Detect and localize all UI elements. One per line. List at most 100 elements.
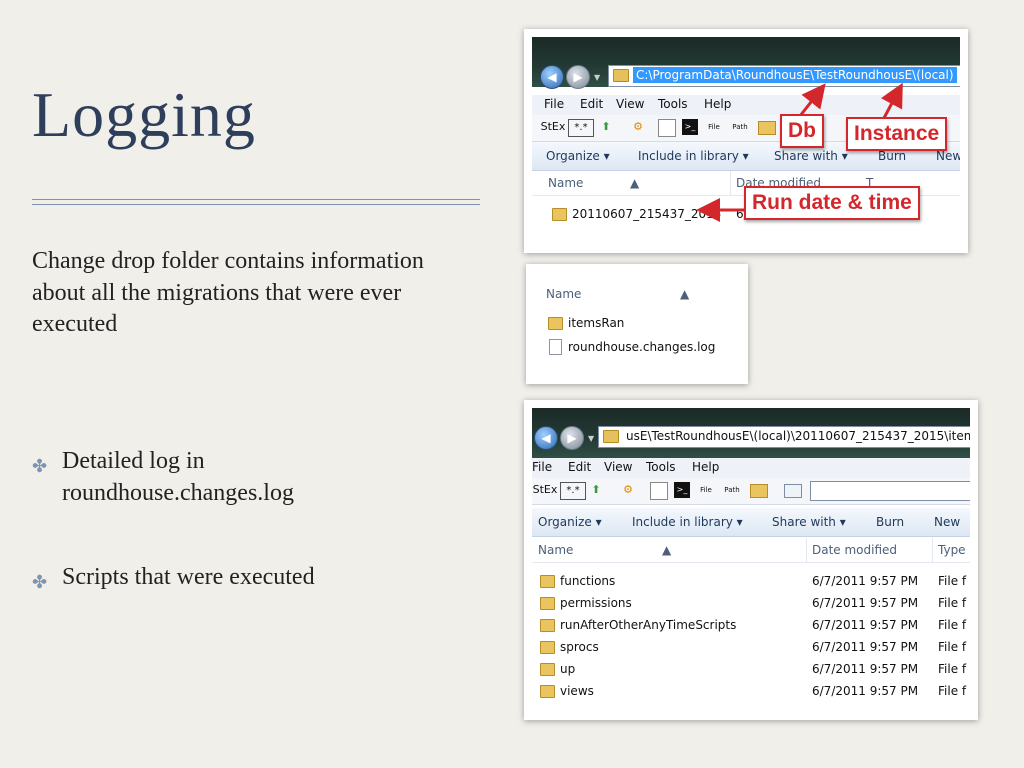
history-dropdown-icon[interactable]: ▼ (594, 73, 600, 82)
folder-icon (540, 641, 555, 654)
menu-tools[interactable]: Tools (646, 460, 676, 474)
address-bar[interactable]: usE\TestRoundhousE\(local)\20110607_2154… (598, 426, 970, 448)
row-type: File f (938, 596, 967, 610)
menu-help[interactable]: Help (692, 460, 719, 474)
folder-icon (540, 619, 555, 632)
include-library-button[interactable]: Include in library ▾ (632, 515, 743, 529)
menu-file[interactable]: File (544, 97, 564, 111)
back-button[interactable]: ◀ (534, 426, 558, 450)
folder-icon (540, 597, 555, 610)
title-divider-2 (32, 204, 480, 205)
row-type: File f (938, 574, 967, 588)
up-arrow-icon[interactable]: ⬆ (588, 482, 604, 498)
row-name: sprocs (560, 640, 599, 654)
title-divider (32, 199, 480, 200)
open-folder-icon[interactable] (750, 484, 768, 498)
row-name: runAfterOtherAnyTimeScripts (560, 618, 737, 632)
wildcard-button[interactable]: *.* (568, 119, 594, 137)
log-file-icon (549, 339, 562, 355)
row-date: 6/7/2011 9:57 PM (812, 596, 919, 610)
menu-view[interactable]: View (616, 97, 644, 111)
callout-instance: Instance (846, 117, 948, 151)
table-row[interactable]: up 6/7/2011 9:57 PM File f (532, 658, 970, 680)
menu-file[interactable]: File (532, 460, 552, 474)
sort-caret-icon: ▲ (680, 287, 690, 301)
bullet-mark-icon: ✤ (32, 572, 48, 593)
row-type: File f (938, 662, 967, 676)
menu-bar: File Edit View Tools Help (532, 458, 970, 478)
command-bar: Organize ▾ Include in library ▾ Share wi… (532, 508, 970, 537)
bullet-item: ✤ Detailed log in roundhouse.changes.log (32, 446, 432, 509)
address-path[interactable]: usE\TestRoundhousE\(local)\20110607_2154… (623, 428, 970, 444)
folder-icon (540, 575, 555, 588)
list-item[interactable]: itemsRan (534, 312, 740, 334)
table-row[interactable]: views 6/7/2011 9:57 PM File f (532, 680, 970, 702)
nav-bar: ◀ ▶ ▼ C:\ProgramData\RoundhousE\TestRoun… (532, 37, 960, 89)
address-path[interactable]: C:\ProgramData\RoundhousE\TestRoundhousE… (633, 67, 957, 83)
menu-edit[interactable]: Edit (568, 460, 591, 474)
new-file-icon[interactable] (658, 119, 676, 137)
organize-button[interactable]: Organize ▾ (546, 149, 610, 163)
slide-title: Logging (32, 79, 256, 150)
row-date: 6/7/2011 9:57 PM (812, 640, 919, 654)
copy-file-button[interactable]: File (698, 482, 714, 498)
share-with-button[interactable]: Share with ▾ (772, 515, 846, 529)
column-name[interactable]: Name (546, 287, 581, 301)
row-type: File f (938, 618, 967, 632)
toolbar: StEx *.* ⬆ ⚙ >_ File Path (532, 478, 970, 505)
folder-icon (603, 430, 619, 443)
row-name: up (560, 662, 576, 676)
folder-icon (540, 663, 555, 676)
wildcard-button[interactable]: *.* (560, 482, 586, 500)
menu-edit[interactable]: Edit (580, 97, 603, 111)
table-row[interactable]: runAfterOtherAnyTimeScripts 6/7/2011 9:5… (532, 614, 970, 636)
up-arrow-icon[interactable]: ⬆ (598, 119, 614, 135)
burn-button[interactable]: Burn (876, 515, 904, 529)
forward-button[interactable]: ▶ (566, 65, 590, 89)
filter-input[interactable] (810, 481, 970, 501)
column-date-modified[interactable]: Date modified (812, 543, 897, 557)
history-dropdown-icon[interactable]: ▼ (588, 434, 594, 443)
table-row[interactable]: permissions 6/7/2011 9:57 PM File f (532, 592, 970, 614)
sort-caret-icon: ▲ (662, 543, 672, 557)
row-date: 6/7/2011 9:57 PM (812, 662, 919, 676)
stex-label: StEx (540, 120, 566, 133)
settings-icon[interactable]: ⚙ (620, 482, 636, 498)
body-text: Change drop folder contains information … (32, 248, 424, 337)
copy-path-button[interactable]: Path (724, 482, 740, 498)
bullet-item: ✤ Scripts that were executed (32, 562, 452, 594)
row-date: 6/7/2011 9:57 PM (812, 618, 919, 632)
row-name: functions (560, 574, 616, 588)
menu-view[interactable]: View (604, 460, 632, 474)
scripts-screenshot: ◀ ▶ ▼ usE\TestRoundhousE\(local)\2011060… (524, 400, 978, 720)
table-row[interactable]: functions 6/7/2011 9:57 PM File f (532, 570, 970, 592)
stex-label: StEx (532, 483, 558, 496)
sort-caret-icon: ▲ (630, 176, 640, 190)
file-name: roundhouse.changes.log (568, 340, 716, 354)
row-type: File f (938, 684, 967, 698)
console-icon[interactable]: >_ (674, 482, 690, 498)
row-type: File f (938, 640, 967, 654)
row-name: views (560, 684, 594, 698)
bullet-text: Detailed log in roundhouse.changes.log (62, 448, 294, 506)
settings-icon[interactable]: ⚙ (630, 119, 646, 135)
organize-button[interactable]: Organize ▾ (538, 515, 602, 529)
folder-options-icon[interactable] (784, 484, 802, 498)
callout-db: Db (780, 114, 824, 148)
menu-tools[interactable]: Tools (658, 97, 688, 111)
folder-icon (613, 69, 629, 82)
table-row[interactable]: sprocs 6/7/2011 9:57 PM File f (532, 636, 970, 658)
new-file-icon[interactable] (650, 482, 668, 500)
column-type[interactable]: Type (938, 543, 966, 557)
list-item[interactable]: roundhouse.changes.log (534, 336, 740, 358)
folder-icon (540, 685, 555, 698)
new-folder-button[interactable]: New (936, 149, 960, 163)
new-folder-button[interactable]: New (934, 515, 960, 529)
forward-button[interactable]: ▶ (560, 426, 584, 450)
bullet-mark-icon: ✤ (32, 456, 48, 477)
back-button[interactable]: ◀ (540, 65, 564, 89)
column-name[interactable]: Name (548, 176, 583, 190)
column-header: ▲ Name Date modified Type (532, 538, 970, 563)
bullet-text: Scripts that were executed (62, 564, 315, 590)
column-name[interactable]: Name (538, 543, 573, 557)
